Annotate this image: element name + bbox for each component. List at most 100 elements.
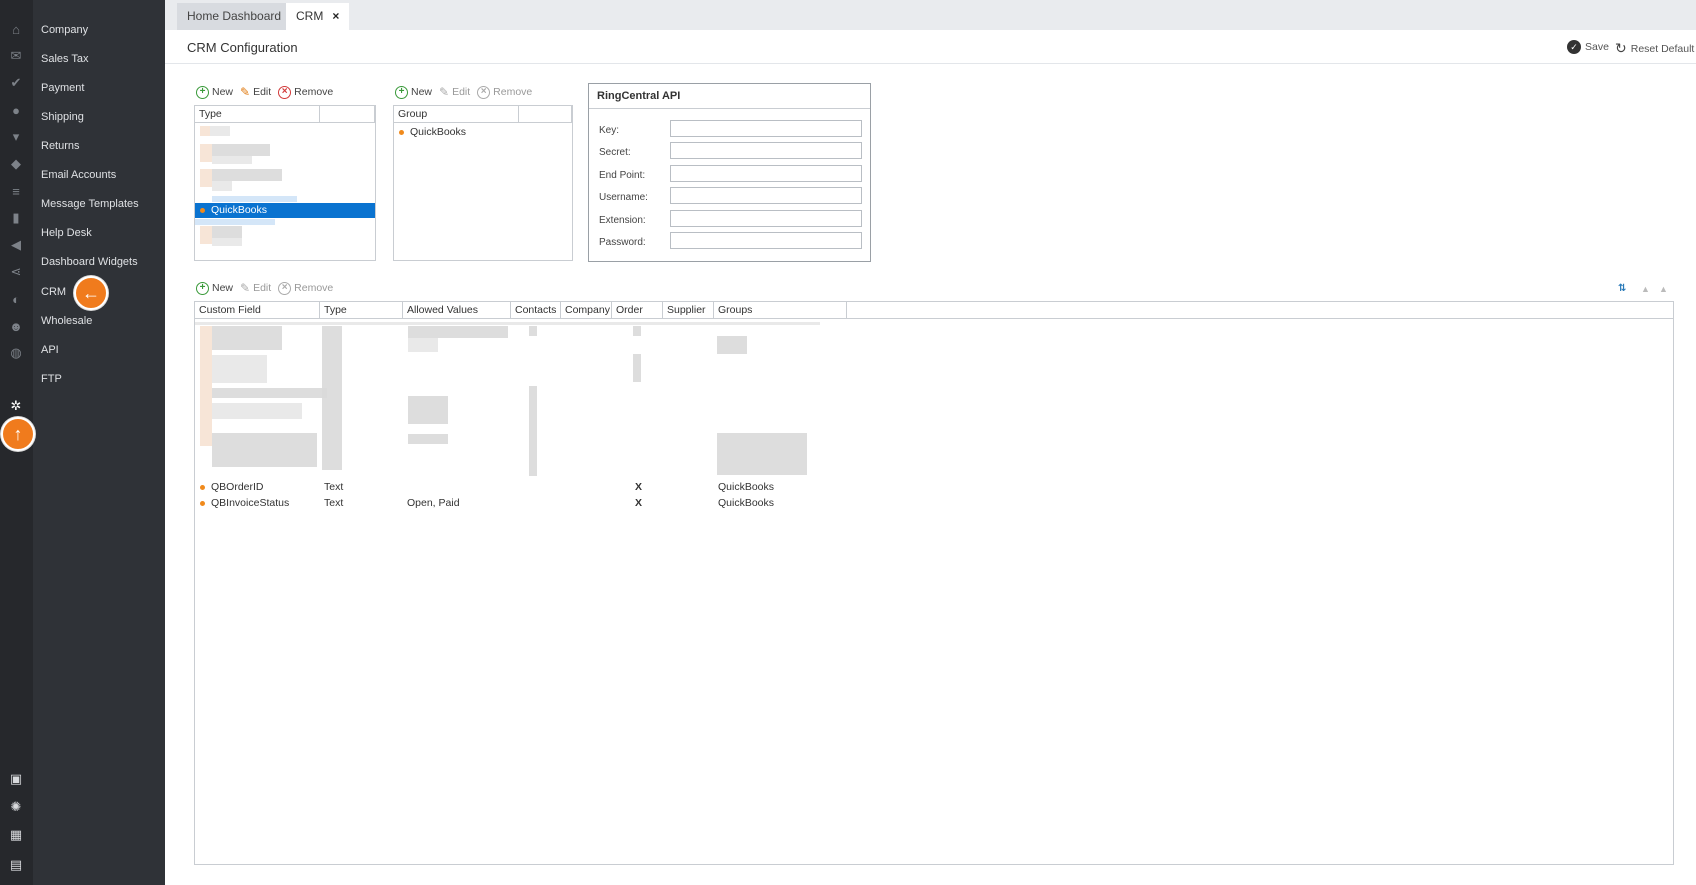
column-header-allowed-values[interactable]: Allowed Values xyxy=(403,302,511,319)
redacted-cell xyxy=(212,238,242,246)
nav-item-message-templates[interactable]: Message Templates xyxy=(41,197,139,211)
sliders-icon[interactable]: ≡ xyxy=(8,183,24,199)
nav-item-api[interactable]: API xyxy=(41,343,59,357)
column-header-order[interactable]: Order xyxy=(612,302,663,319)
group-new-button[interactable]: + New xyxy=(395,85,432,99)
cell-order: X xyxy=(635,497,643,509)
key-field[interactable] xyxy=(670,120,862,137)
edit-label: Edit xyxy=(253,282,272,294)
dashboard-icon[interactable]: ▣ xyxy=(8,771,24,787)
cart-icon[interactable]: ▾ xyxy=(8,129,24,145)
type-new-button[interactable]: + New xyxy=(196,85,233,99)
globe-icon[interactable]: ◍ xyxy=(8,345,24,361)
palette-icon[interactable]: ◐ xyxy=(8,291,24,307)
redacted-cell xyxy=(717,336,747,354)
grid-icon[interactable]: ▦ xyxy=(8,827,24,843)
nav-item-email-accounts[interactable]: Email Accounts xyxy=(41,168,116,182)
column-header-type[interactable]: Type xyxy=(195,106,320,123)
remove-label: Remove xyxy=(294,86,334,98)
redacted-cell xyxy=(200,169,212,187)
lightbulb-icon[interactable]: ✺ xyxy=(8,799,24,815)
reset-default-button[interactable]: ↻ Reset Default xyxy=(1615,40,1694,57)
tab-crm[interactable]: CRM × xyxy=(286,3,350,30)
secret-field[interactable] xyxy=(670,142,862,159)
move-down-icon[interactable]: ▲ xyxy=(1659,284,1668,294)
user-icon[interactable]: ● xyxy=(8,102,24,118)
gears-icon[interactable]: ✲ xyxy=(8,398,24,414)
cell-custom-field: QBOrderID xyxy=(211,481,264,493)
tab-home-dashboard[interactable]: Home Dashboard xyxy=(177,3,292,30)
column-header-supplier[interactable]: Supplier xyxy=(663,302,714,319)
type-row-selected[interactable]: QuickBooks xyxy=(195,203,375,218)
pencil-icon: ✎ xyxy=(439,85,450,99)
plus-icon: + xyxy=(196,85,209,99)
table-row[interactable]: QBInvoiceStatus Text Open, Paid X QuickB… xyxy=(195,496,1673,511)
nav-item-company[interactable]: Company xyxy=(41,23,88,37)
users-icon[interactable]: ☻ xyxy=(8,318,24,334)
share-icon[interactable]: ⋖ xyxy=(8,264,24,280)
tag-icon[interactable]: ◆ xyxy=(8,156,24,172)
nav-item-crm[interactable]: CRM xyxy=(41,285,66,299)
close-icon[interactable]: × xyxy=(332,9,339,23)
bullet-icon xyxy=(200,501,205,506)
app-root: ⌂ ✉ ✔ ● ▾ ◆ ≡ ▮ ◀ ⋖ ◐ ☻ ◍ ✲ ▣ ✺ ▦ ▤ Comp… xyxy=(0,0,1696,885)
envelope-icon[interactable]: ✉ xyxy=(8,48,24,64)
column-header-company[interactable]: Company xyxy=(561,302,612,319)
checklist-icon[interactable]: ✔ xyxy=(8,75,24,91)
bar-chart-icon[interactable]: ▮ xyxy=(8,210,24,226)
password-field[interactable] xyxy=(670,232,862,249)
nav-item-ftp[interactable]: FTP xyxy=(41,372,62,386)
bullet-icon xyxy=(200,485,205,490)
column-header-contacts[interactable]: Contacts xyxy=(511,302,561,319)
bullet-icon xyxy=(399,130,404,135)
save-button[interactable]: ✓ Save xyxy=(1567,40,1609,54)
column-header-custom-field[interactable]: Custom Field xyxy=(195,302,320,319)
cell-type: Text xyxy=(324,497,344,509)
redacted-cell xyxy=(212,326,282,350)
back-arrow-icon[interactable]: ← xyxy=(74,276,108,310)
nav-item-help-desk[interactable]: Help Desk xyxy=(41,226,92,240)
field-edit-button[interactable]: ✎ Edit xyxy=(240,281,271,295)
cell-custom-field: QBInvoiceStatus xyxy=(211,497,290,509)
megaphone-icon[interactable]: ◀ xyxy=(8,237,24,253)
group-row[interactable]: QuickBooks xyxy=(394,125,572,140)
edit-label: Edit xyxy=(253,86,272,98)
column-header-type[interactable]: Type xyxy=(320,302,403,319)
redacted-cell xyxy=(212,403,302,419)
field-remove-button[interactable]: × Remove xyxy=(278,281,333,295)
end-point-label: End Point: xyxy=(599,170,646,181)
column-header-groups[interactable]: Groups xyxy=(714,302,847,319)
extension-field[interactable] xyxy=(670,210,862,227)
column-header-blank[interactable] xyxy=(320,106,375,123)
nav-item-dashboard-widgets[interactable]: Dashboard Widgets xyxy=(41,255,138,269)
home-icon[interactable]: ⌂ xyxy=(8,21,24,37)
scroll-up-icon[interactable]: ↑ xyxy=(1,417,35,451)
username-field[interactable] xyxy=(670,187,862,204)
check-icon: ✓ xyxy=(1567,40,1581,54)
secret-label: Secret: xyxy=(599,147,631,158)
table-row[interactable]: QBOrderID Text X QuickBooks xyxy=(195,480,1673,495)
redacted-cell xyxy=(200,144,212,162)
column-header-group[interactable]: Group xyxy=(394,106,519,123)
type-edit-button[interactable]: ✎ Edit xyxy=(240,85,271,99)
move-up-icon[interactable]: ▲ xyxy=(1641,284,1650,294)
nav-item-shipping[interactable]: Shipping xyxy=(41,110,84,124)
end-point-field[interactable] xyxy=(670,165,862,182)
nav-item-wholesale[interactable]: Wholesale xyxy=(41,314,92,328)
type-remove-button[interactable]: × Remove xyxy=(278,85,334,99)
group-remove-button[interactable]: × Remove xyxy=(477,85,532,99)
field-new-button[interactable]: + New xyxy=(196,281,234,295)
cell-type: Text xyxy=(324,481,344,493)
cell-allowed-values: Open, Paid xyxy=(407,497,460,509)
nav-item-payment[interactable]: Payment xyxy=(41,81,84,95)
nav-item-returns[interactable]: Returns xyxy=(41,139,80,153)
nav-item-sales-tax[interactable]: Sales Tax xyxy=(41,52,89,66)
password-label: Password: xyxy=(599,237,646,248)
column-header-blank[interactable] xyxy=(519,106,572,123)
calendar-icon[interactable]: ▤ xyxy=(8,857,24,873)
redacted-cell xyxy=(529,326,537,336)
new-label: New xyxy=(212,282,234,294)
edit-label: Edit xyxy=(452,86,471,98)
sort-icon[interactable]: ⇅ xyxy=(1618,283,1626,294)
group-edit-button[interactable]: ✎ Edit xyxy=(439,85,470,99)
